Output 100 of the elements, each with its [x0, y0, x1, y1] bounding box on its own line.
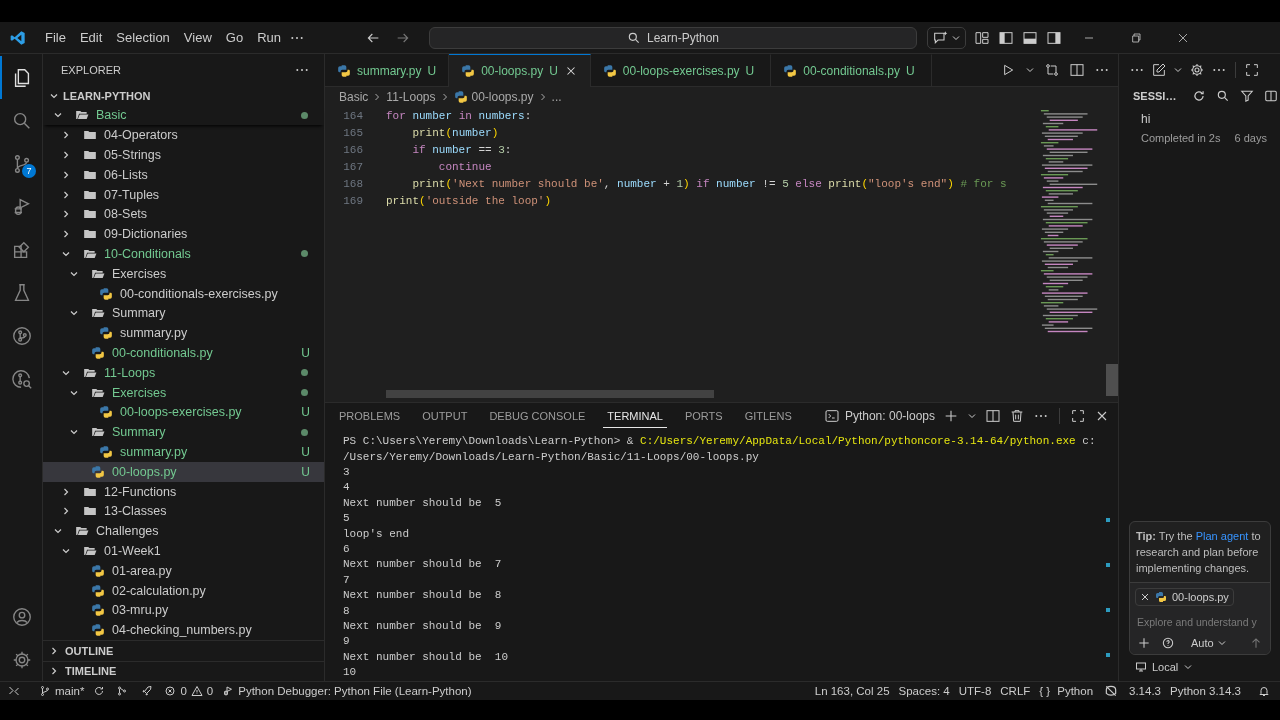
- menu-item[interactable]: Go: [219, 27, 250, 48]
- version-status[interactable]: 3.14.3: [1129, 685, 1161, 697]
- tree-item[interactable]: 06-Lists: [43, 164, 324, 185]
- tree-item[interactable]: Challenges: [43, 521, 324, 542]
- menu-item[interactable]: View: [177, 27, 218, 48]
- breadcrumb-item[interactable]: 00-loops.py: [471, 89, 534, 104]
- tree-item[interactable]: Exercises: [43, 263, 324, 284]
- menu-item[interactable]: Run: [251, 27, 287, 48]
- tree-item[interactable]: 05-Strings: [43, 145, 324, 165]
- code-line: for number in numbers:: [386, 109, 532, 122]
- line-ending-status[interactable]: CRLF: [1000, 685, 1031, 697]
- breadcrumb-item[interactable]: Basic: [339, 89, 369, 104]
- git-status-label: U: [301, 444, 310, 459]
- tree-item[interactable]: Exercises: [43, 382, 324, 403]
- terminal-selector[interactable]: Python: 00-loops: [823, 408, 935, 424]
- panel-tab[interactable]: TERMINAL: [603, 404, 667, 428]
- terminal-line: Next number should be 10: [343, 649, 509, 665]
- terminal-line: 5: [343, 511, 350, 527]
- line-number: 165: [342, 126, 363, 139]
- tree-item[interactable]: 04-Operators: [43, 125, 324, 146]
- debugger-status[interactable]: Python Debugger: Python File (Learn-Python): [222, 685, 472, 697]
- editor-tab[interactable]: 00-loops-exercises.py U: [590, 54, 772, 86]
- code-line: continue: [437, 160, 492, 173]
- explorer-title: EXPLORER: [61, 64, 121, 76]
- menu-item[interactable]: Edit: [73, 27, 109, 48]
- terminal-line: 6: [343, 541, 350, 557]
- panel-tab[interactable]: PORTS: [680, 404, 727, 428]
- git-status-label: U: [905, 63, 915, 78]
- breadcrumb-item[interactable]: ...: [551, 89, 562, 104]
- sessions-title: SESSI…: [1133, 90, 1177, 102]
- panel-tab[interactable]: OUTPUT: [418, 404, 472, 428]
- panel-tab[interactable]: PROBLEMS: [335, 404, 405, 428]
- git-status-label: U: [301, 405, 310, 420]
- git-status-label: U: [745, 63, 755, 78]
- tree-item[interactable]: 02-calculation.py: [43, 580, 324, 601]
- line-number: 168: [342, 177, 363, 190]
- encoding-status[interactable]: UTF-8: [958, 685, 992, 697]
- terminal-line: Next number should be 7: [343, 557, 502, 573]
- branch-status[interactable]: main*: [39, 685, 85, 697]
- tree-item[interactable]: 10-Conditionals: [43, 244, 324, 264]
- terminal-line: 8: [343, 603, 350, 619]
- terminal-line: loop's end: [343, 526, 409, 542]
- terminal-line: 4: [343, 480, 350, 496]
- tree-item[interactable]: 13-Classes: [43, 501, 324, 522]
- tree-item[interactable]: summary.py: [43, 323, 324, 344]
- editor-tab[interactable]: 00-loops.py U: [449, 54, 591, 87]
- braces-glyph: { }: [1039, 685, 1051, 697]
- tree-item[interactable]: 00-loops.py U: [43, 461, 324, 482]
- search-field[interactable]: Learn-Python: [429, 26, 917, 49]
- attachment-chip[interactable]: 00-loops.py: [1135, 588, 1234, 606]
- line-number: 166: [342, 143, 363, 156]
- workspace-header[interactable]: LEARN-PYTHON: [43, 86, 324, 106]
- line-number: 169: [342, 194, 363, 207]
- tree-item[interactable]: 08-Sets: [43, 204, 324, 225]
- git-status-label: U: [301, 345, 310, 360]
- editor-tab[interactable]: 00-conditionals.py U: [771, 54, 932, 86]
- interpreter-status[interactable]: Python 3.14.3: [1170, 685, 1241, 697]
- tree-item[interactable]: 07-Tuples: [43, 184, 324, 205]
- language-status[interactable]: { } Python: [1039, 685, 1094, 697]
- terminal-line: /Users/Yeremy/Downloads/Learn-Python/Basic/11-Loops/00-loops.py: [343, 450, 759, 465]
- tree-item[interactable]: Summary: [43, 303, 324, 324]
- terminal-line: Next number should be 9: [343, 618, 502, 634]
- git-status-label: U: [427, 63, 437, 78]
- tree-item[interactable]: 01-area.py: [43, 560, 324, 581]
- section-header[interactable]: OUTLINE: [43, 640, 324, 661]
- panel-tab[interactable]: GITLENS: [740, 404, 796, 428]
- menu-item[interactable]: File: [39, 27, 72, 48]
- tree-item[interactable]: 00-conditionals-exercises.py: [43, 283, 324, 304]
- location-dropdown[interactable]: Local: [1135, 661, 1194, 673]
- tree-item[interactable]: Summary: [43, 422, 324, 443]
- panel-tab[interactable]: DEBUG CONSOLE: [485, 404, 590, 428]
- git-status-label: U: [301, 464, 310, 479]
- mode-dropdown[interactable]: Auto: [1191, 637, 1227, 649]
- menu-item[interactable]: Selection: [110, 27, 176, 48]
- problems-status[interactable]: 0 0: [164, 685, 214, 697]
- tree-item[interactable]: 09-Dictionaries: [43, 224, 324, 245]
- code-line: print(number): [411, 126, 499, 139]
- line-number: 164: [342, 109, 363, 122]
- activity-tab[interactable]: 7: [0, 142, 42, 185]
- tree-item[interactable]: 00-loops-exercises.py U: [43, 402, 324, 423]
- indentation-status[interactable]: Spaces: 4: [898, 685, 950, 697]
- chat-input[interactable]: Explore and understand y: [1135, 616, 1265, 628]
- session-item[interactable]: hi Completed in 2s 6 days: [1129, 106, 1280, 144]
- breadcrumb-item[interactable]: 11-Loops: [386, 89, 436, 104]
- line-number: 167: [342, 160, 363, 173]
- tree-item[interactable]: Basic: [43, 105, 324, 126]
- cursor-position[interactable]: Ln 163, Col 25: [814, 685, 890, 697]
- plan-agent-link[interactable]: Plan agent: [1195, 530, 1249, 542]
- terminal-line: 7: [343, 572, 350, 588]
- tree-item[interactable]: 01-Week1: [43, 541, 324, 561]
- tree-item[interactable]: 04-checking_numbers.py: [43, 620, 324, 640]
- terminal-line: Next number should be 5: [343, 495, 502, 511]
- git-status-label: U: [549, 64, 558, 78]
- tree-item[interactable]: 11-Loops: [43, 362, 324, 383]
- tree-item[interactable]: 00-conditionals.py U: [43, 343, 324, 363]
- tree-item[interactable]: 03-mru.py: [43, 600, 324, 621]
- tree-item[interactable]: 12-Functions: [43, 481, 324, 502]
- tree-item[interactable]: summary.py U: [43, 442, 324, 462]
- workspace-name: LEARN-PYTHON: [63, 89, 151, 102]
- terminal-line: 3: [343, 465, 350, 480]
